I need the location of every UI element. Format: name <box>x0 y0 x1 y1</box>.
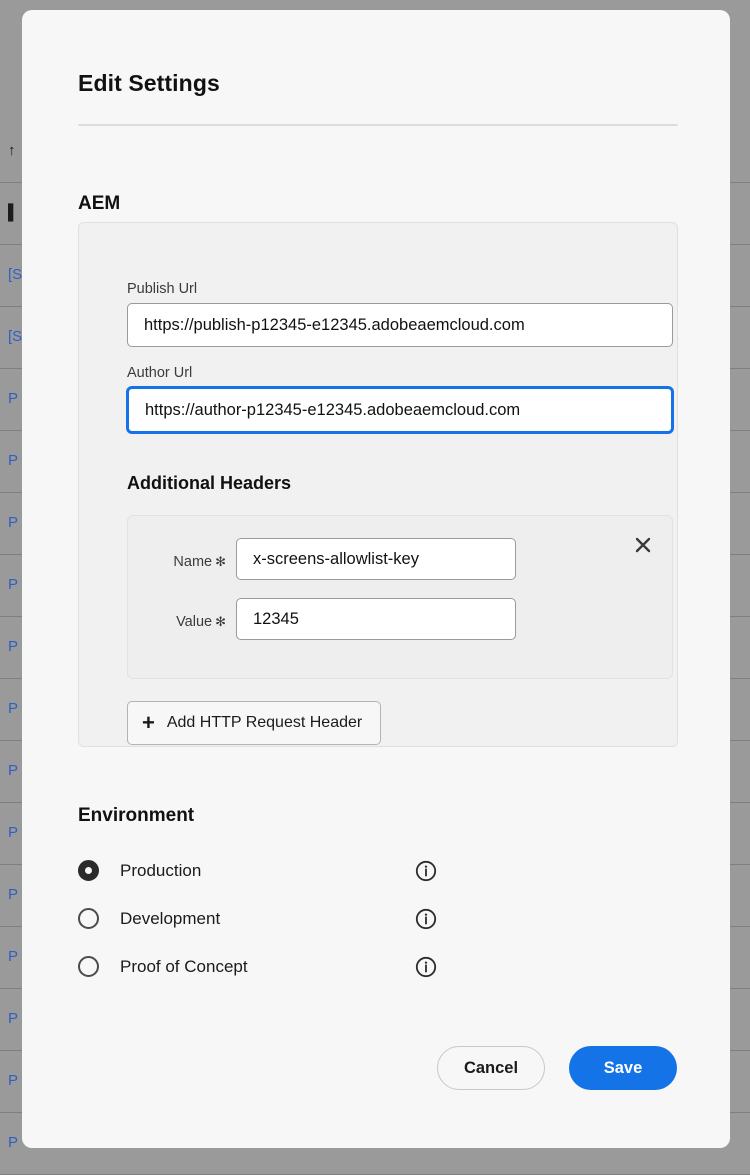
environment-section-heading: Environment <box>78 805 195 826</box>
publish-url-label: Publish Url <box>127 281 198 297</box>
save-button[interactable]: Save <box>569 1046 677 1090</box>
aem-section-heading: AEM <box>78 193 121 214</box>
info-icon[interactable] <box>415 908 437 930</box>
header-entry-row: Name✻ Value✻ <box>127 515 673 679</box>
environment-option-label: Development <box>120 908 221 928</box>
additional-headers-heading: Additional Headers <box>127 473 292 493</box>
add-header-button-label: Add HTTP Request Header <box>166 714 363 731</box>
plus-icon: + <box>142 710 155 735</box>
header-value-label: Value ✻ <box>152 614 226 630</box>
dialog-title: Edit Settings <box>78 70 220 96</box>
environment-option-label: Proof of Concept <box>120 956 248 976</box>
radio-button[interactable] <box>78 860 99 881</box>
close-icon[interactable] <box>628 530 658 560</box>
environment-option-production[interactable]: Production <box>78 860 437 881</box>
radio-button[interactable] <box>78 956 99 977</box>
header-name-input[interactable] <box>236 538 516 580</box>
info-icon[interactable] <box>415 956 437 978</box>
header-name-label: Name ✻ <box>152 554 226 570</box>
info-icon[interactable] <box>415 860 437 882</box>
header-name-label-text: Name <box>173 554 213 570</box>
author-url-label: Author Url <box>127 365 193 381</box>
edit-settings-dialog: Edit Settings AEM Publish Url Author Url… <box>22 10 730 1148</box>
environment-option-proof-of-concept[interactable]: Proof of Concept <box>78 956 437 977</box>
environment-option-development[interactable]: Development <box>78 908 437 929</box>
header-value-label-text: Value <box>176 614 213 630</box>
title-divider <box>78 124 678 126</box>
publish-url-input[interactable] <box>127 303 673 347</box>
radio-button[interactable] <box>78 908 99 929</box>
header-value-required-marker: ✻ <box>215 614 226 629</box>
header-name-required-marker: ✻ <box>215 554 226 569</box>
author-url-input[interactable] <box>127 387 673 433</box>
add-http-request-header-button[interactable]: + Add HTTP Request Header <box>127 701 382 745</box>
environment-option-label: Production <box>120 860 202 880</box>
header-value-input[interactable] <box>236 598 516 640</box>
aem-settings-card: Publish Url Author Url Additional Header… <box>78 222 678 747</box>
cancel-button[interactable]: Cancel <box>437 1046 545 1090</box>
